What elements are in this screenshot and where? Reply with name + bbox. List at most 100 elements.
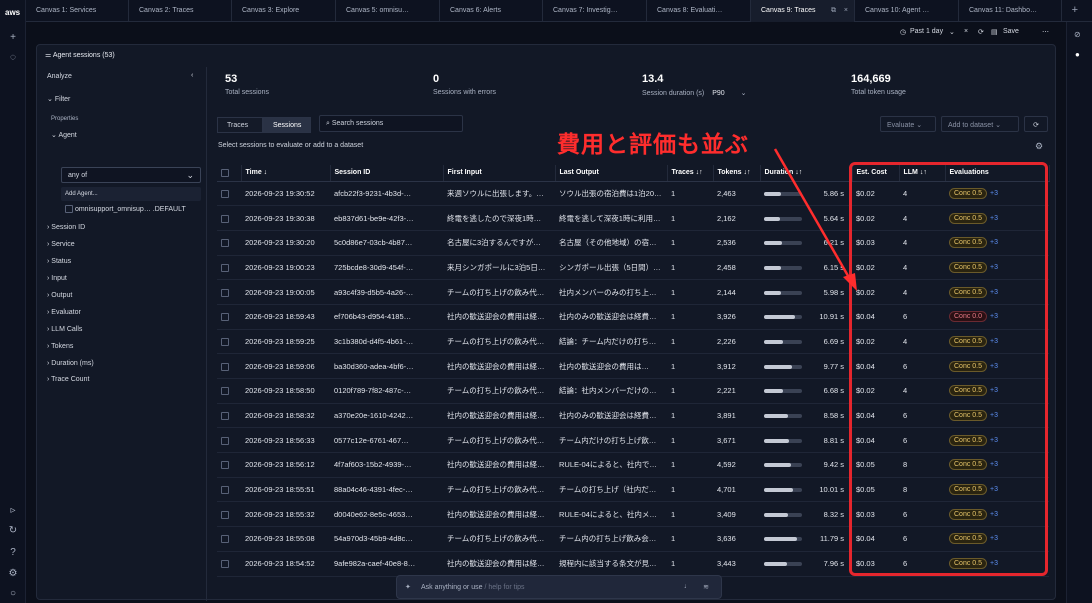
chevron-down-icon[interactable]: ⌄	[949, 28, 955, 36]
group-llm-calls[interactable]: › LLM Calls	[47, 326, 82, 333]
session-id-cell[interactable]: 88a04c46-4391-4fec-…	[330, 477, 443, 503]
row-checkbox[interactable]	[221, 412, 229, 421]
session-id-cell[interactable]: eb837d61-be9e-42f3-…	[330, 205, 443, 231]
tab-canvas-8[interactable]: Canvas 8: Evaluati…	[647, 0, 751, 22]
group-input[interactable]: › Input	[47, 275, 67, 282]
session-id-cell[interactable]: a93c4f39-d5b5-4a26-…	[330, 279, 443, 305]
row-checkbox[interactable]	[221, 510, 229, 519]
row-checkbox[interactable]	[221, 560, 229, 569]
close-icon[interactable]: ×	[844, 7, 848, 14]
time-range-select[interactable]: Past 1 day	[910, 28, 943, 35]
tab-canvas-7[interactable]: Canvas 7: Investig…	[543, 0, 647, 22]
refresh-icon[interactable]: ⟳	[978, 28, 984, 36]
agent-option[interactable]: omnisupport_omnisup… .DEFAULT	[65, 205, 186, 213]
terminal-icon[interactable]: ▹	[7, 505, 19, 517]
session-id-cell[interactable]: 0577c12e-6761-467…	[330, 427, 443, 454]
col-time[interactable]: Time ↓	[241, 165, 331, 182]
session-id-cell[interactable]: a370e20e-1610-4242…	[330, 403, 443, 429]
col-last-output[interactable]: Last Output	[555, 165, 668, 182]
session-id-cell[interactable]: d0040e62-8e5c-4653…	[330, 501, 443, 528]
add-to-dataset-button[interactable]: Add to dataset ⌄	[941, 116, 1019, 132]
session-id-cell[interactable]: 3c1b380d-d4f5-4b61-…	[330, 329, 443, 355]
waveform-icon[interactable]: ≋	[703, 583, 709, 591]
collapse-icon[interactable]: ‹	[191, 72, 193, 79]
tab-canvas-5[interactable]: Canvas 5: omnisu…	[336, 0, 440, 22]
group-duration[interactable]: › Duration (ms)	[47, 360, 94, 367]
group-trace-count[interactable]: › Trace Count	[47, 376, 89, 383]
filter-toggle[interactable]: ⌄ Filter	[47, 95, 70, 103]
session-id-cell[interactable]: 725bcde8-30d9-454f-…	[330, 255, 443, 281]
sort-desc-icon[interactable]: ↓	[264, 169, 268, 176]
mic-icon[interactable]: ♩	[684, 583, 691, 590]
session-id-cell[interactable]: afcb22f3-9231-4b3d-…	[330, 181, 443, 207]
save-button[interactable]: Save	[1003, 28, 1019, 35]
group-session-id[interactable]: › Session ID	[47, 224, 85, 231]
chevron-down-icon[interactable]: ⌄	[741, 90, 747, 97]
group-tokens[interactable]: › Tokens	[47, 343, 73, 350]
sort-icon[interactable]: ↓↑	[696, 169, 703, 176]
settings-icon[interactable]: ⚙	[1035, 141, 1043, 152]
sort-icon[interactable]: ↓↑	[743, 169, 750, 176]
user-icon[interactable]: ○	[7, 588, 19, 600]
group-service[interactable]: › Service	[47, 241, 75, 248]
ask-input[interactable]: ✦ Ask anything or use / help for tips ♩ …	[396, 575, 722, 599]
tab-traces[interactable]: Traces	[217, 117, 263, 133]
row-checkbox[interactable]	[221, 263, 229, 272]
save-icon[interactable]: ▤	[991, 28, 998, 36]
group-status[interactable]: › Status	[47, 258, 71, 265]
more-icon[interactable]: ⋯	[1042, 28, 1049, 36]
row-checkbox[interactable]	[221, 214, 229, 223]
tab-canvas-6[interactable]: Canvas 6: Alerts	[440, 0, 543, 22]
agent-option-checkbox[interactable]	[65, 205, 73, 213]
session-id-cell[interactable]: ba30d360-adea-4bf6-…	[330, 353, 443, 379]
tab-canvas-2[interactable]: Canvas 2: Traces	[129, 0, 232, 22]
tab-canvas-9[interactable]: Canvas 9: Traces ⧉ ×	[751, 0, 855, 22]
close-icon[interactable]: ×	[964, 28, 968, 35]
tab-canvas-10[interactable]: Canvas 10: Agent …	[855, 0, 959, 22]
percentile-select[interactable]: P90	[712, 90, 724, 97]
search-input[interactable]: ⌕ Search sessions	[319, 115, 463, 132]
popout-icon[interactable]: ⧉	[831, 7, 836, 15]
session-id-cell[interactable]: 54a970d3-45b9-4d8c…	[330, 526, 443, 552]
col-first-input[interactable]: First Input	[443, 165, 556, 182]
row-checkbox[interactable]	[221, 362, 229, 371]
row-checkbox[interactable]	[221, 436, 229, 445]
select-all-checkbox[interactable]	[221, 168, 229, 177]
settings-icon[interactable]: ⚙	[7, 568, 19, 580]
compass-icon[interactable]: ⊘	[1074, 30, 1081, 39]
row-checkbox[interactable]	[221, 288, 229, 297]
row-checkbox[interactable]	[221, 313, 229, 322]
add-agent-input[interactable]: Add Agent...	[61, 187, 201, 201]
row-checkbox[interactable]	[221, 239, 229, 248]
group-output[interactable]: › Output	[47, 292, 72, 299]
evaluate-button[interactable]: Evaluate ⌄	[880, 116, 936, 132]
chat-icon[interactable]: ◌	[7, 52, 19, 64]
row-checkbox[interactable]	[221, 337, 229, 346]
row-checkbox[interactable]	[221, 486, 229, 495]
row-checkbox[interactable]	[221, 461, 229, 470]
tab-sessions[interactable]: Sessions	[263, 117, 311, 133]
row-checkbox[interactable]	[221, 387, 229, 396]
session-id-cell[interactable]: ef706b43-d954-4185…	[330, 304, 443, 330]
row-checkbox[interactable]	[221, 535, 229, 544]
add-tab-icon[interactable]: +	[1072, 4, 1078, 16]
tab-canvas-3[interactable]: Canvas 3: Explore	[232, 0, 336, 22]
group-evaluator[interactable]: › Evaluator	[47, 309, 81, 316]
plus-icon[interactable]: +	[7, 32, 19, 44]
dot-icon[interactable]: ●	[1075, 50, 1080, 59]
col-session-id[interactable]: Session ID	[330, 165, 444, 182]
tab-canvas-11[interactable]: Canvas 11: Dashbo…	[959, 0, 1062, 22]
sync-icon[interactable]: ↻	[7, 525, 19, 537]
session-id-cell[interactable]: 9afe982a-caef-40e8-8…	[330, 551, 443, 577]
tab-canvas-1[interactable]: Canvas 1: Services	[26, 0, 129, 22]
session-id-cell[interactable]: 5c0d86e7-03cb-4b87…	[330, 230, 443, 256]
col-traces[interactable]: Traces ↓↑	[667, 165, 714, 182]
agent-operator-select[interactable]: any of ⌄	[61, 167, 201, 183]
session-id-cell[interactable]: 4f7af603-15b2-4939-…	[330, 452, 443, 478]
agent-toggle[interactable]: ⌄ Agent	[51, 131, 77, 139]
session-id-cell[interactable]: 0120f789-7f82-487c-…	[330, 378, 443, 404]
col-tokens[interactable]: Tokens ↓↑	[713, 165, 761, 182]
help-icon[interactable]: ?	[7, 547, 19, 559]
refresh-button[interactable]: ⟳	[1024, 116, 1048, 132]
row-checkbox[interactable]	[221, 189, 229, 198]
